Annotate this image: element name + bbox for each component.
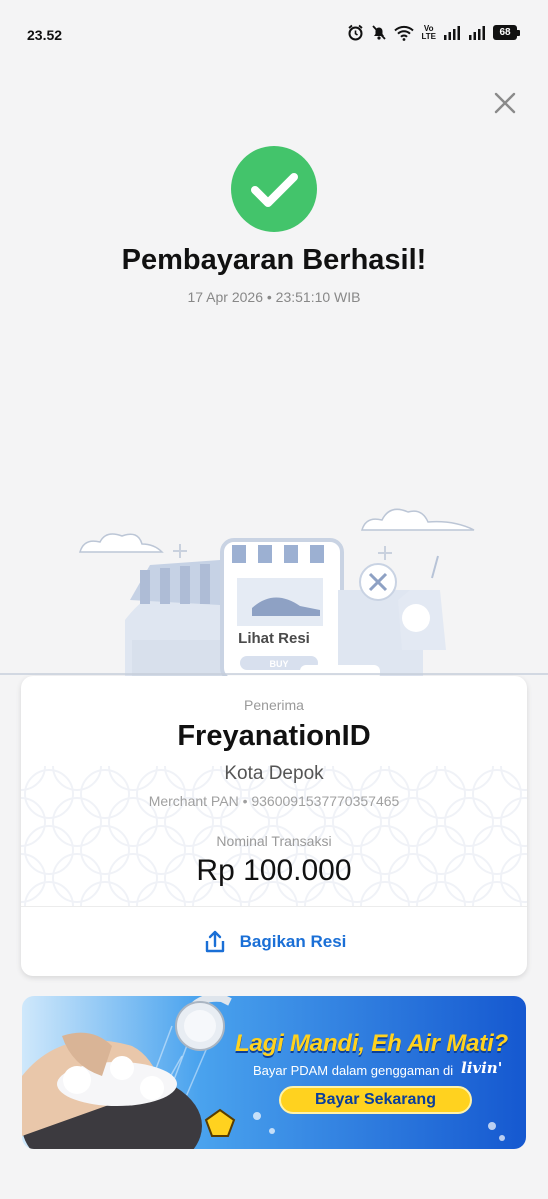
mute-icon (371, 24, 387, 41)
share-receipt-button[interactable]: Bagikan Resi (21, 907, 527, 976)
status-time: 23.52 (27, 27, 63, 43)
amount-label: Nominal Transaksi (216, 833, 332, 849)
close-button[interactable] (490, 88, 520, 118)
receipt-card: Penerima FreyanationID Kota Depok Mercha… (21, 676, 527, 976)
recipient-name: FreyanationID (177, 720, 371, 752)
transaction-amount: Rp 100.000 (196, 854, 352, 887)
buy-label: BUY (269, 659, 288, 669)
volte-icon: Vo LTE (421, 24, 436, 41)
signal-icon (468, 25, 486, 40)
recipient-label: Penerima (244, 697, 304, 713)
promo-subtext: Bayar PDAM dalam genggaman di (253, 1063, 454, 1078)
promo-banner[interactable]: Lagi Mandi, Eh Air Mati? Bayar PDAM dala… (22, 996, 526, 1149)
signal-icon (443, 25, 461, 40)
lte-label: LTE (421, 31, 436, 41)
view-receipt-link[interactable]: Lihat Resi (224, 630, 324, 647)
close-icon (494, 92, 516, 114)
wifi-icon (394, 25, 415, 41)
merchant-pan: Merchant PAN • 9360091537770357465 (148, 793, 400, 809)
battery-level: 68 (493, 25, 517, 40)
check-circle-icon (231, 146, 317, 232)
battery-tip (517, 29, 520, 36)
recipient-city: Kota Depok (224, 763, 324, 784)
transaction-timestamp: 17 Apr 2026 • 23:51:10 WIB (187, 289, 361, 305)
store-illustration: BUY (0, 508, 548, 680)
promo-headline: Lagi Mandi, Eh Air Mati? (235, 1030, 508, 1057)
page-title: Pembayaran Berhasil! (121, 244, 427, 276)
share-receipt-label: Bagikan Resi (239, 931, 347, 951)
status-bar: 23.52 Vo LTE 68 (0, 0, 548, 70)
battery-icon: 68 (493, 25, 520, 40)
share-icon (205, 930, 224, 952)
alarm-icon (347, 24, 364, 41)
pay-now-button[interactable]: Bayar Sekarang (279, 1086, 472, 1114)
status-icons: Vo LTE 68 (347, 24, 520, 41)
livin-logo: livin' (461, 1059, 503, 1077)
